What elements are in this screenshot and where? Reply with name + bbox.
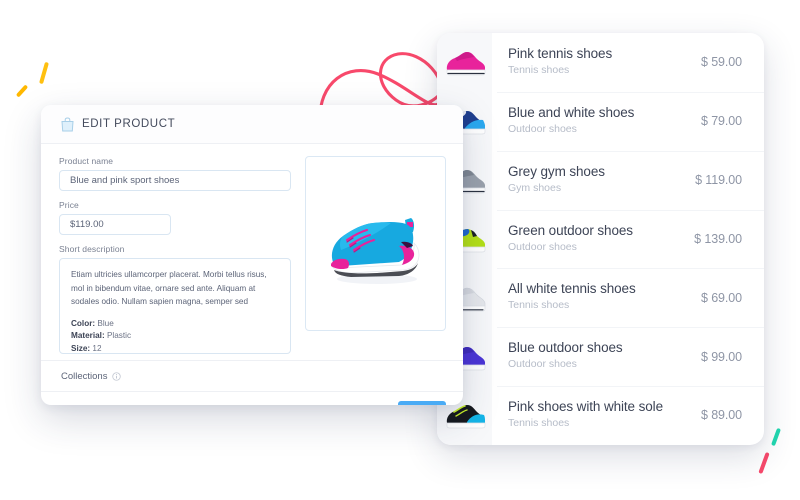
- short-description-textarea[interactable]: Etiam ultricies ullamcorper placerat. Mo…: [59, 258, 291, 354]
- save-button[interactable]: Save: [398, 401, 446, 405]
- shopping-bag-icon: [61, 116, 74, 131]
- spec-material-value: Plastic: [106, 331, 132, 341]
- product-category: Tennis shoes: [508, 417, 570, 430]
- edit-panel-header: EDIT PRODUCT: [41, 105, 463, 144]
- product-list-item[interactable]: Pink tennis shoes Tennis shoes $ 59.00: [437, 33, 764, 92]
- spec-size-value: 12: [92, 344, 102, 353]
- product-image-column: [291, 156, 446, 354]
- edit-panel-body: Product name Price Short description Eti…: [41, 144, 463, 354]
- blue-pink-sneaker-image: [330, 218, 419, 284]
- screenshot-stage: Pink tennis shoes Tennis shoes $ 59.00 B…: [0, 0, 800, 500]
- product-list-item[interactable]: Blue outdoor shoes Outdoor shoes $ 99.00: [437, 327, 764, 387]
- spec-color-key: Color:: [71, 318, 96, 328]
- product-price: $ 59.00: [700, 55, 742, 70]
- product-name: Pink shoes with white sole: [508, 399, 663, 415]
- product-name-label: Product name: [59, 156, 114, 166]
- spec-color: Color: Blue: [71, 318, 279, 331]
- collections-section[interactable]: Collections: [41, 360, 463, 391]
- collections-label: Collections: [61, 370, 108, 382]
- product-name: Grey gym shoes: [508, 163, 605, 179]
- product-category: Gym shoes: [508, 181, 562, 194]
- product-list-item[interactable]: Green outdoor shoes Outdoor shoes $ 139.…: [437, 209, 764, 269]
- spec-size: Size: 12: [71, 343, 279, 353]
- description-specs: Color: Blue Material: Plastic Size: 12: [71, 318, 279, 353]
- product-category: Outdoor shoes: [508, 240, 577, 253]
- product-list-item[interactable]: Blue and white shoes Outdoor shoes $ 79.…: [437, 91, 764, 151]
- product-price: $ 139.00: [694, 231, 742, 246]
- product-name: Blue outdoor shoes: [508, 340, 623, 356]
- product-price: $ 79.00: [700, 114, 742, 129]
- product-name: Blue and white shoes: [508, 104, 635, 120]
- spec-material-key: Material:: [71, 331, 105, 341]
- spec-size-key: Size:: [71, 344, 91, 353]
- product-name: All white tennis shoes: [508, 281, 636, 297]
- price-label: Price: [59, 200, 79, 210]
- corner-dash-marks: [758, 427, 796, 486]
- short-description-label: Short description: [59, 244, 125, 254]
- product-price: $ 89.00: [700, 408, 742, 423]
- product-category: Outdoor shoes: [508, 358, 577, 371]
- product-image-frame[interactable]: [305, 156, 446, 331]
- product-list-item[interactable]: Grey gym shoes Gym shoes $ 119.00: [437, 150, 764, 210]
- edit-panel-footer: Cancel Save: [41, 391, 463, 405]
- product-category: Tennis shoes: [508, 299, 570, 312]
- product-price: $ 99.00: [700, 349, 742, 364]
- spec-color-value: Blue: [97, 318, 114, 328]
- product-category: Outdoor shoes: [508, 122, 577, 135]
- info-circle-icon[interactable]: [112, 371, 122, 381]
- description-text: Etiam ultricies ullamcorper placerat. Mo…: [71, 270, 267, 307]
- product-price: $ 119.00: [695, 173, 742, 188]
- spec-material: Material: Plastic: [71, 330, 279, 343]
- product-name-input[interactable]: [59, 170, 291, 191]
- pink-sneaker-thumb: [437, 33, 492, 92]
- price-input[interactable]: [59, 214, 171, 235]
- edit-panel-title: EDIT PRODUCT: [82, 118, 176, 130]
- product-list-item[interactable]: Pink shoes with white sole Tennis shoes …: [437, 386, 764, 445]
- product-category: Tennis shoes: [508, 64, 570, 76]
- edit-form-column: Product name Price Short description Eti…: [59, 156, 291, 354]
- product-list-item[interactable]: All white tennis shoes Tennis shoes $ 69…: [437, 268, 764, 328]
- product-name: Pink tennis shoes: [508, 46, 613, 62]
- product-list-card: Pink tennis shoes Tennis shoes $ 59.00 B…: [437, 33, 764, 445]
- product-name: Green outdoor shoes: [508, 222, 633, 238]
- edit-product-panel: EDIT PRODUCT Product name Price Short de…: [41, 105, 463, 405]
- product-price: $ 69.00: [700, 290, 742, 305]
- cancel-button[interactable]: Cancel: [61, 405, 91, 406]
